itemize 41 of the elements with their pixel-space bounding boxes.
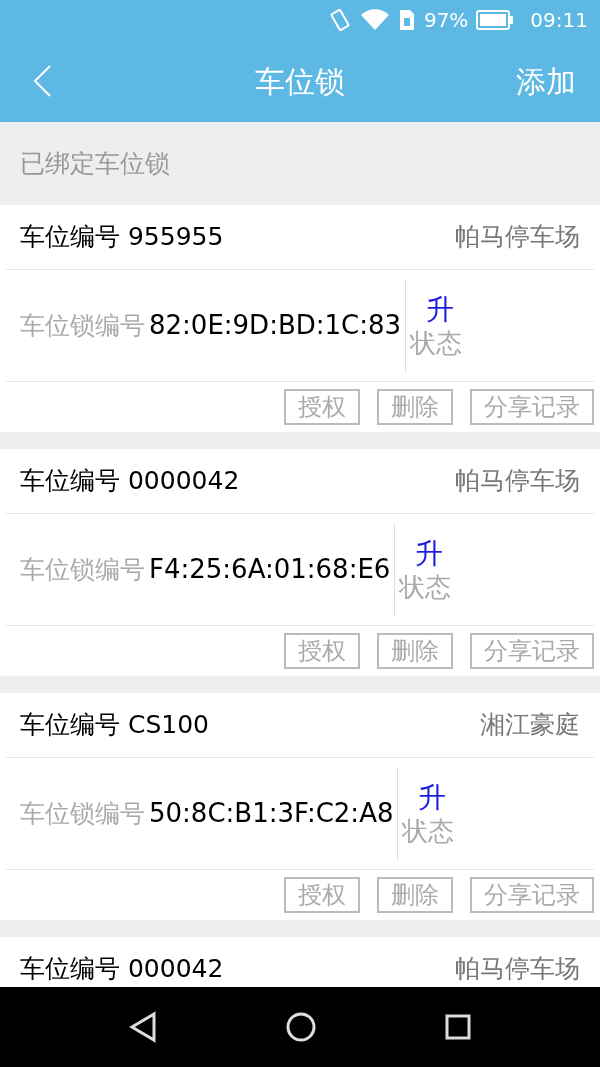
action-button[interactable]: 分享记录 — [470, 389, 594, 425]
sim-card-icon — [397, 8, 416, 32]
page-title: 车位锁 — [255, 62, 345, 101]
parking-lot-name: 帕马停车场 — [455, 221, 580, 254]
lock-id: F4:25:6A:01:68:E6 — [149, 553, 391, 586]
add-button[interactable]: 添加 — [516, 58, 576, 104]
lock-state: 升 — [417, 779, 448, 815]
space-number: 车位编号 CS100 — [20, 709, 209, 742]
action-button[interactable]: 删除 — [377, 877, 453, 913]
parking-lot-name: 帕马停车场 — [455, 465, 580, 498]
back-icon[interactable] — [127, 1011, 158, 1043]
state-label: 状态 — [402, 814, 455, 848]
vibrate-icon — [327, 8, 352, 32]
wifi-icon — [359, 8, 390, 32]
lock-state: 升 — [414, 535, 445, 571]
state-label: 状态 — [410, 326, 463, 360]
action-button[interactable]: 删除 — [377, 389, 453, 425]
clock-time: 09:11 — [530, 7, 588, 34]
parking-lot-name: 帕马停车场 — [455, 953, 580, 986]
action-button[interactable]: 授权 — [284, 389, 360, 425]
space-number: 车位编号 955955 — [20, 221, 224, 254]
recents-icon[interactable] — [444, 1013, 473, 1041]
action-button[interactable]: 授权 — [284, 877, 360, 913]
lock-label: 车位锁编号 — [20, 553, 145, 586]
lock-label: 车位锁编号 — [20, 309, 145, 342]
space-number: 车位编号 000042 — [20, 953, 224, 986]
lock-label: 车位锁编号 — [20, 797, 145, 830]
section-title: 已绑定车位锁 — [20, 147, 170, 180]
parking-lot-name: 湘江豪庭 — [480, 709, 580, 742]
action-button[interactable]: 删除 — [377, 633, 453, 669]
action-button[interactable]: 分享记录 — [470, 633, 594, 669]
home-icon[interactable] — [285, 1011, 317, 1043]
state-label: 状态 — [399, 570, 452, 604]
battery-percent: 97% — [423, 7, 469, 34]
lock-id: 50:8C:B1:3F:C2:A8 — [149, 797, 394, 830]
lock-id: 82:0E:9D:BD:1C:83 — [149, 309, 402, 342]
lock-state: 升 — [425, 291, 456, 327]
action-button[interactable]: 分享记录 — [470, 877, 594, 913]
action-button[interactable]: 授权 — [284, 633, 360, 669]
battery-icon — [476, 9, 515, 31]
space-number: 车位编号 0000042 — [20, 465, 240, 498]
